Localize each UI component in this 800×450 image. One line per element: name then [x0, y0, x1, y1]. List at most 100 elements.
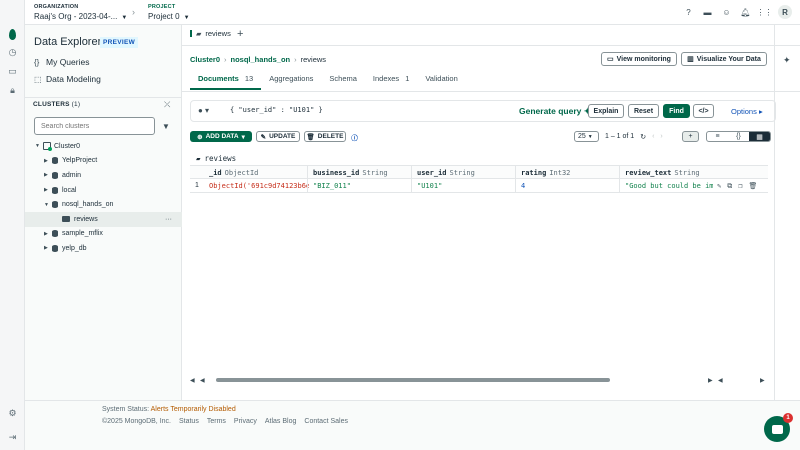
- options-toggle[interactable]: Options ▸: [731, 107, 763, 116]
- copy-icon[interactable]: ⧉: [727, 182, 732, 191]
- view-monitoring-button[interactable]: ▭ View monitoring: [601, 52, 677, 66]
- chat-button[interactable]: 1: [764, 413, 793, 442]
- sidebar-item-data-modeling[interactable]: ⬚ Data Modeling: [34, 74, 101, 84]
- project-selector[interactable]: Project 0 ▼: [148, 12, 190, 21]
- add-tab-icon[interactable]: +: [237, 28, 243, 40]
- organization-selector[interactable]: Raaj's Org - 2023-04-... ▼: [34, 12, 127, 21]
- column-header-id[interactable]: _id ObjectId: [209, 169, 258, 177]
- billing-icon[interactable]: ▬: [702, 7, 713, 18]
- code-view-button[interactable]: </>: [693, 104, 714, 118]
- tree-item-database[interactable]: ▶ sample_mflix: [25, 227, 182, 242]
- next-page-icon[interactable]: ›: [660, 133, 662, 140]
- generate-query-button[interactable]: Generate query ✦: [519, 106, 591, 117]
- add-data-button[interactable]: ⊕ ADD DATA ▾: [190, 131, 252, 142]
- tree-item-database[interactable]: ▶ local: [25, 183, 182, 198]
- sidebar-item-my-queries[interactable]: {} My Queries: [34, 57, 89, 67]
- clock-icon[interactable]: ◷: [7, 47, 18, 58]
- organization-name: Raaj's Org - 2023-04-...: [34, 12, 118, 21]
- status-link[interactable]: Alerts Temporarily Disabled: [151, 406, 236, 413]
- column-header-rating[interactable]: rating Int32: [521, 169, 570, 177]
- footer-link-terms[interactable]: Terms: [207, 418, 226, 425]
- horizontal-scrollbar[interactable]: ◀ ◀ ▶ ◀ ▶: [190, 376, 768, 384]
- reset-button[interactable]: Reset: [628, 104, 659, 118]
- table-view-icon[interactable]: ▦: [749, 132, 770, 141]
- info-icon[interactable]: ⓘ: [350, 131, 359, 142]
- tree-item-cluster[interactable]: ▼ Cluster0: [25, 139, 182, 154]
- update-button[interactable]: ✎ UPDATE: [256, 131, 300, 142]
- notifications-bell-icon[interactable]: 🔔︎: [740, 7, 751, 18]
- prev-page-icon[interactable]: ‹: [652, 133, 654, 140]
- cell-user-id[interactable]: "U101": [417, 182, 442, 190]
- scroll-right-icon[interactable]: ▶: [708, 377, 718, 384]
- column-header-business-id[interactable]: business_id String: [313, 169, 388, 177]
- tab-indexes[interactable]: Indexes 1: [365, 72, 417, 89]
- tree-item-database[interactable]: ▶ YelpProject: [25, 154, 182, 169]
- database-icon: [52, 244, 58, 252]
- collapse-icon[interactable]: ⤫: [164, 100, 170, 110]
- tree-item-database[interactable]: ▶ yelp_db: [25, 241, 182, 256]
- delete-button[interactable]: 🗑︎ DELETE: [304, 131, 346, 142]
- scroll-left-icon[interactable]: ◀: [718, 377, 728, 384]
- tab-aggregations[interactable]: Aggregations: [261, 72, 321, 89]
- tab-documents[interactable]: Documents 13: [190, 72, 262, 90]
- column-name: review_text: [625, 169, 672, 177]
- expand-all-button[interactable]: +: [682, 131, 699, 142]
- cell-id[interactable]: ObjectId('691c9d74123b6e...: [209, 182, 309, 190]
- refresh-icon[interactable]: ↻: [640, 133, 646, 141]
- edit-icon[interactable]: ✎: [717, 182, 721, 191]
- expand-sidebar-icon[interactable]: ⇥: [7, 432, 18, 443]
- scroll-right-icon[interactable]: ▶: [760, 377, 770, 384]
- scroll-left-icon[interactable]: ◀: [200, 377, 210, 384]
- clusters-label: CLUSTERS: [33, 101, 70, 108]
- more-options-icon[interactable]: ···: [165, 216, 172, 223]
- find-button[interactable]: Find: [663, 104, 690, 118]
- footer-link-contact-sales[interactable]: Contact Sales: [304, 418, 348, 425]
- query-filter-input[interactable]: { "user_id" : "U101" }: [230, 106, 323, 114]
- tab-schema[interactable]: Schema: [321, 72, 365, 89]
- search-clusters-input[interactable]: [34, 117, 155, 135]
- help-icon[interactable]: ?: [683, 7, 694, 18]
- visualize-data-button[interactable]: ▥ Visualize Your Data: [681, 52, 767, 66]
- column-header-review-text[interactable]: review_text String: [625, 169, 700, 177]
- query-history-icon[interactable]: ● ▾: [198, 106, 209, 115]
- user-access-icon[interactable]: ☺: [721, 7, 732, 18]
- apps-grid-icon[interactable]: ⋮⋮: [757, 7, 773, 18]
- scrollbar-thumb[interactable]: [216, 378, 610, 382]
- table-row[interactable]: 1 ObjectId('691c9d74123b6e... "BIZ_011" …: [190, 179, 768, 193]
- mongodb-leaf-icon[interactable]: [7, 29, 18, 40]
- tab-validation[interactable]: Validation: [417, 72, 465, 89]
- explain-button[interactable]: Explain: [588, 104, 624, 118]
- tree-item-database[interactable]: ▼ nosql_hands_on: [25, 197, 182, 212]
- main-panel: ▰ reviews + Cluster0 › nosql_hands_on › r…: [182, 25, 800, 400]
- list-view-icon[interactable]: ≡: [707, 132, 728, 141]
- top-bar: ORGANIZATION Raaj's Org - 2023-04-... ▼ ›…: [25, 0, 800, 25]
- scroll-left-icon[interactable]: ◀: [190, 377, 200, 384]
- documents-table: _id ObjectId business_id String user_id Str…: [190, 165, 768, 193]
- workspace-tab-reviews[interactable]: ▰ reviews: [190, 29, 231, 38]
- sparkle-icon[interactable]: ✦: [783, 55, 791, 66]
- monitor-icon[interactable]: ▭: [7, 66, 18, 77]
- tree-item-collection[interactable]: reviews ···: [25, 211, 182, 227]
- settings-icon[interactable]: ⚙: [7, 408, 18, 419]
- trash-icon[interactable]: 🗑︎: [748, 182, 757, 191]
- tree-item-database[interactable]: ▶ admin: [25, 168, 182, 183]
- cluster-icon: [43, 142, 52, 152]
- pagination: 25 ▼ 1 – 1 of 1 ↻ ‹ ›: [574, 131, 663, 142]
- footer-link-status[interactable]: Status: [179, 418, 199, 425]
- collection-tag-label: reviews: [204, 154, 237, 163]
- breadcrumb-database[interactable]: nosql_hands_on: [231, 55, 291, 64]
- clone-icon[interactable]: ❐: [738, 182, 742, 191]
- cell-rating[interactable]: 4: [521, 182, 525, 190]
- filter-icon[interactable]: ▼: [162, 122, 170, 131]
- breadcrumb-cluster[interactable]: Cluster0: [190, 55, 220, 64]
- column-header-user-id[interactable]: user_id String: [417, 169, 475, 177]
- database-icon: [52, 171, 58, 179]
- footer-link-atlas-blog[interactable]: Atlas Blog: [265, 418, 297, 425]
- page-size-select[interactable]: 25 ▼: [574, 131, 599, 142]
- footer-link-privacy[interactable]: Privacy: [234, 418, 257, 425]
- lock-icon[interactable]: 🔒︎: [7, 85, 18, 96]
- avatar[interactable]: R: [778, 5, 792, 19]
- json-view-icon[interactable]: {}: [728, 132, 749, 141]
- cell-review-text[interactable]: "Good but could be impro...: [625, 182, 713, 190]
- cell-business-id[interactable]: "BIZ_011": [313, 182, 351, 190]
